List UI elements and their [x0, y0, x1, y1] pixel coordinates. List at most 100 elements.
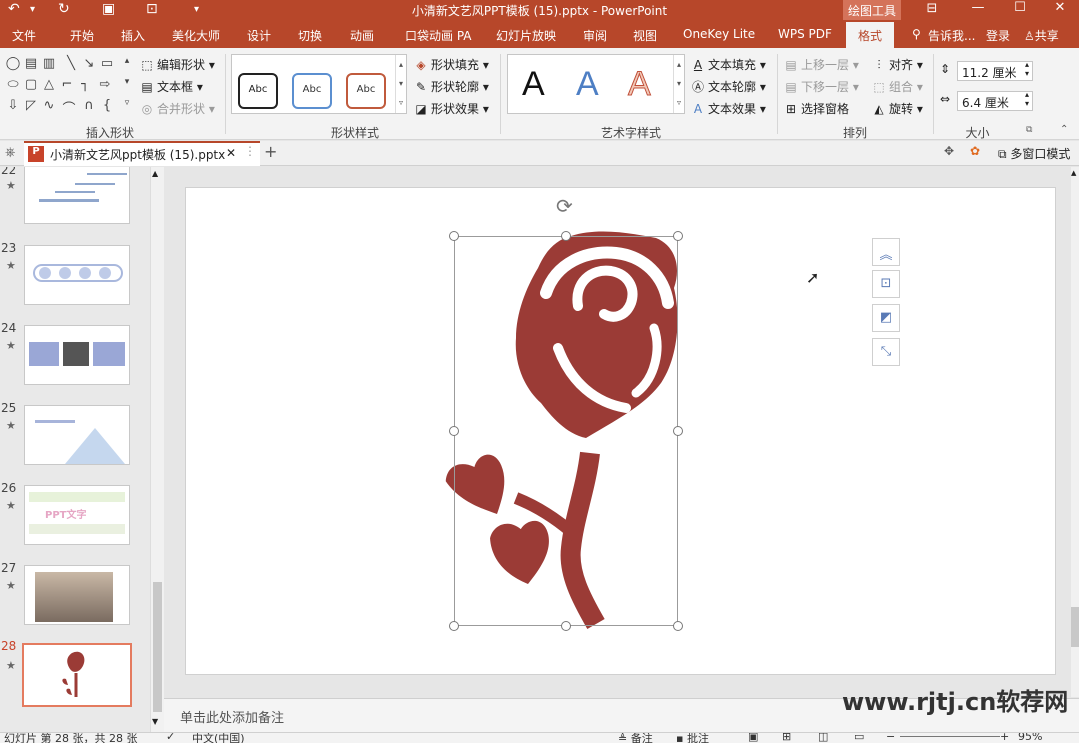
scroll-down-icon[interactable]: ▼ [152, 717, 158, 726]
shape-brace-icon[interactable]: { [98, 98, 116, 116]
collapse-ribbon-icon[interactable]: ⌃ [1060, 124, 1068, 135]
shape-more-icon[interactable]: ▿ [118, 98, 136, 116]
text-fill-button[interactable]: A 文本填充 ▾ [691, 56, 766, 73]
slide-thumbnail-25[interactable] [24, 405, 130, 465]
layout-collapse-icon[interactable]: ︽ [872, 238, 900, 266]
slide-thumbnail-24[interactable] [24, 325, 130, 385]
slide-sorter-icon[interactable]: ⊞ [782, 733, 791, 743]
shape-freeform-icon[interactable]: ◯ [4, 56, 22, 74]
scroll-up-icon[interactable]: ▲ [1071, 169, 1076, 177]
scroll-thumb[interactable] [1071, 607, 1079, 647]
tab-review[interactable]: 审阅 [583, 27, 607, 44]
reading-view-icon[interactable]: ◫ [818, 733, 828, 743]
send-backward-button[interactable]: ▤ 下移一层 ▾ [784, 78, 859, 95]
shape-triangle-icon[interactable]: △ [40, 77, 58, 95]
shape-roundrect-icon[interactable]: ▢ [22, 77, 40, 95]
tab-format[interactable]: 格式 [846, 22, 895, 48]
language-indicator[interactable]: 中文(中国) [192, 733, 245, 743]
layout-resize-icon[interactable]: ⤡ [872, 338, 900, 366]
tab-slideshow[interactable]: 幻灯片放映 [496, 27, 556, 44]
shape-down-arrow-icon[interactable]: ⇩ [4, 98, 22, 116]
shape-effects-button[interactable]: ◪ 形状效果 ▾ [414, 100, 489, 117]
maximize-button[interactable]: ☐ [1000, 0, 1040, 20]
new-tab-icon[interactable]: + [264, 142, 277, 161]
size-launcher-icon[interactable]: ⧉ [1026, 125, 1032, 135]
wordart-style-1[interactable]: A [522, 65, 545, 104]
group-button[interactable]: ⬚ 组合 ▾ [872, 78, 923, 95]
layout-align-center-icon[interactable]: ⊡ [872, 270, 900, 298]
zoom-in-icon[interactable]: + [1000, 733, 1009, 743]
shape-callout-icon[interactable]: ◸ [22, 98, 40, 116]
tab-transitions[interactable]: 切换 [298, 27, 322, 44]
shape-wave-icon[interactable]: ∩ [80, 98, 98, 116]
normal-view-icon[interactable]: ▣ [748, 733, 758, 743]
rotate-handle-icon[interactable]: ⟳ [556, 194, 573, 218]
close-button[interactable]: ✕ [1040, 0, 1079, 20]
tab-wps-pdf[interactable]: WPS PDF [778, 27, 832, 41]
minimize-button[interactable]: — [958, 0, 998, 20]
shape-oval-icon[interactable]: ⬭ [4, 77, 22, 95]
resize-handle-n[interactable] [561, 231, 571, 241]
shape-line-icon[interactable]: ╲ [62, 56, 80, 74]
editor-scrollbar[interactable]: ▲ [1071, 167, 1079, 697]
resize-handle-sw[interactable] [449, 621, 459, 631]
tab-animations[interactable]: 动画 [350, 27, 374, 44]
zoom-slider[interactable] [900, 736, 1000, 737]
wordart-style-2[interactable]: A [576, 65, 599, 104]
text-effects-button[interactable]: A 文本效果 ▾ [691, 100, 766, 117]
tell-me-input[interactable]: 告诉我... [928, 27, 975, 44]
resize-handle-nw[interactable] [449, 231, 459, 241]
tab-view[interactable]: 视图 [633, 27, 657, 44]
width-field[interactable]: 6.4 厘米 [957, 91, 1033, 111]
shape-style-3[interactable]: Abc [346, 73, 386, 109]
shape-fill-button[interactable]: ◈ 形状填充 ▾ [414, 56, 488, 73]
pin-icon[interactable]: ✥ [944, 144, 954, 158]
tab-beautify[interactable]: 美化大师 [172, 27, 220, 44]
zoom-level[interactable]: 95% [1018, 733, 1042, 743]
height-field[interactable]: 11.2 厘米 [957, 61, 1033, 81]
slide-thumbnail-27[interactable] [24, 565, 130, 625]
slide-canvas[interactable]: ⟳ ︽ ⊡ ◩ ⤡ ➚ [185, 187, 1056, 675]
resize-handle-s[interactable] [561, 621, 571, 631]
tab-design[interactable]: 设计 [247, 27, 271, 44]
textbox-button[interactable]: ▤ 文本框 ▾ [140, 78, 203, 95]
shape-right-arrow-icon[interactable]: ⇨ [96, 77, 114, 95]
slide-thumbnail-22[interactable] [24, 167, 130, 224]
multi-window-button[interactable]: ⧉ 多窗口模式 [998, 145, 1070, 162]
layout-arrange-icon[interactable]: ◩ [872, 304, 900, 332]
shape-curve-icon[interactable]: ∿ [40, 98, 58, 116]
shape-arrow-icon[interactable]: ↘ [80, 56, 98, 74]
shape-connector-icon[interactable]: ┐ [76, 77, 94, 95]
bring-forward-button[interactable]: ▤ 上移一层 ▾ [784, 56, 859, 73]
tab-home[interactable]: 开始 [70, 27, 94, 44]
selection-pane-button[interactable]: ⊞ 选择窗格 [784, 100, 849, 117]
shape-arc-icon[interactable]: ⌒ [60, 98, 78, 117]
resize-handle-ne[interactable] [673, 231, 683, 241]
gear-icon[interactable]: ✿ [970, 144, 980, 158]
shape-vtextbox-icon[interactable]: ▥ [40, 56, 58, 74]
shape-rect-icon[interactable]: ▭ [98, 56, 116, 74]
shape-scroll-down-icon[interactable]: ▾ [118, 77, 136, 95]
slide-thumbnail-23[interactable] [24, 245, 130, 305]
tab-file[interactable]: 文件 [12, 27, 36, 44]
tab-more-icon[interactable]: ⋮ [244, 144, 256, 158]
shape-style-1[interactable]: Abc [238, 73, 278, 109]
thumbnail-scrollbar[interactable]: ▲ ▼ [150, 167, 164, 732]
width-spinner-icon[interactable]: ▴ ▾ [1025, 90, 1029, 108]
scroll-up-icon[interactable]: ▲ [152, 169, 158, 178]
document-tab[interactable]: P 小清新文艺风ppt模板 (15).pptx ✕ ⋮ [24, 141, 260, 166]
tab-insert[interactable]: 插入 [121, 27, 145, 44]
shape-style-2[interactable]: Abc [292, 73, 332, 109]
align-button[interactable]: ⫶ 对齐 ▾ [872, 56, 922, 73]
shape-textbox-icon[interactable]: ▤ [22, 56, 40, 74]
resize-handle-se[interactable] [673, 621, 683, 631]
slide-thumbnail-26[interactable]: PPT文字 [24, 485, 130, 545]
merge-shapes-button[interactable]: ◎ 合并形状 ▾ [140, 100, 215, 117]
wordart-scroll[interactable]: ▴ ▾ ▿ [673, 55, 684, 113]
text-outline-button[interactable]: Ⓐ 文本轮廓 ▾ [691, 78, 766, 95]
zoom-out-icon[interactable]: − [886, 733, 895, 743]
rotate-button[interactable]: ◭ 旋转 ▾ [872, 100, 922, 117]
edit-shape-button[interactable]: ⬚ 编辑形状 ▾ [140, 56, 215, 73]
login-link[interactable]: 登录 [986, 27, 1010, 44]
shape-style-scroll[interactable]: ▴ ▾ ▿ [395, 55, 406, 113]
